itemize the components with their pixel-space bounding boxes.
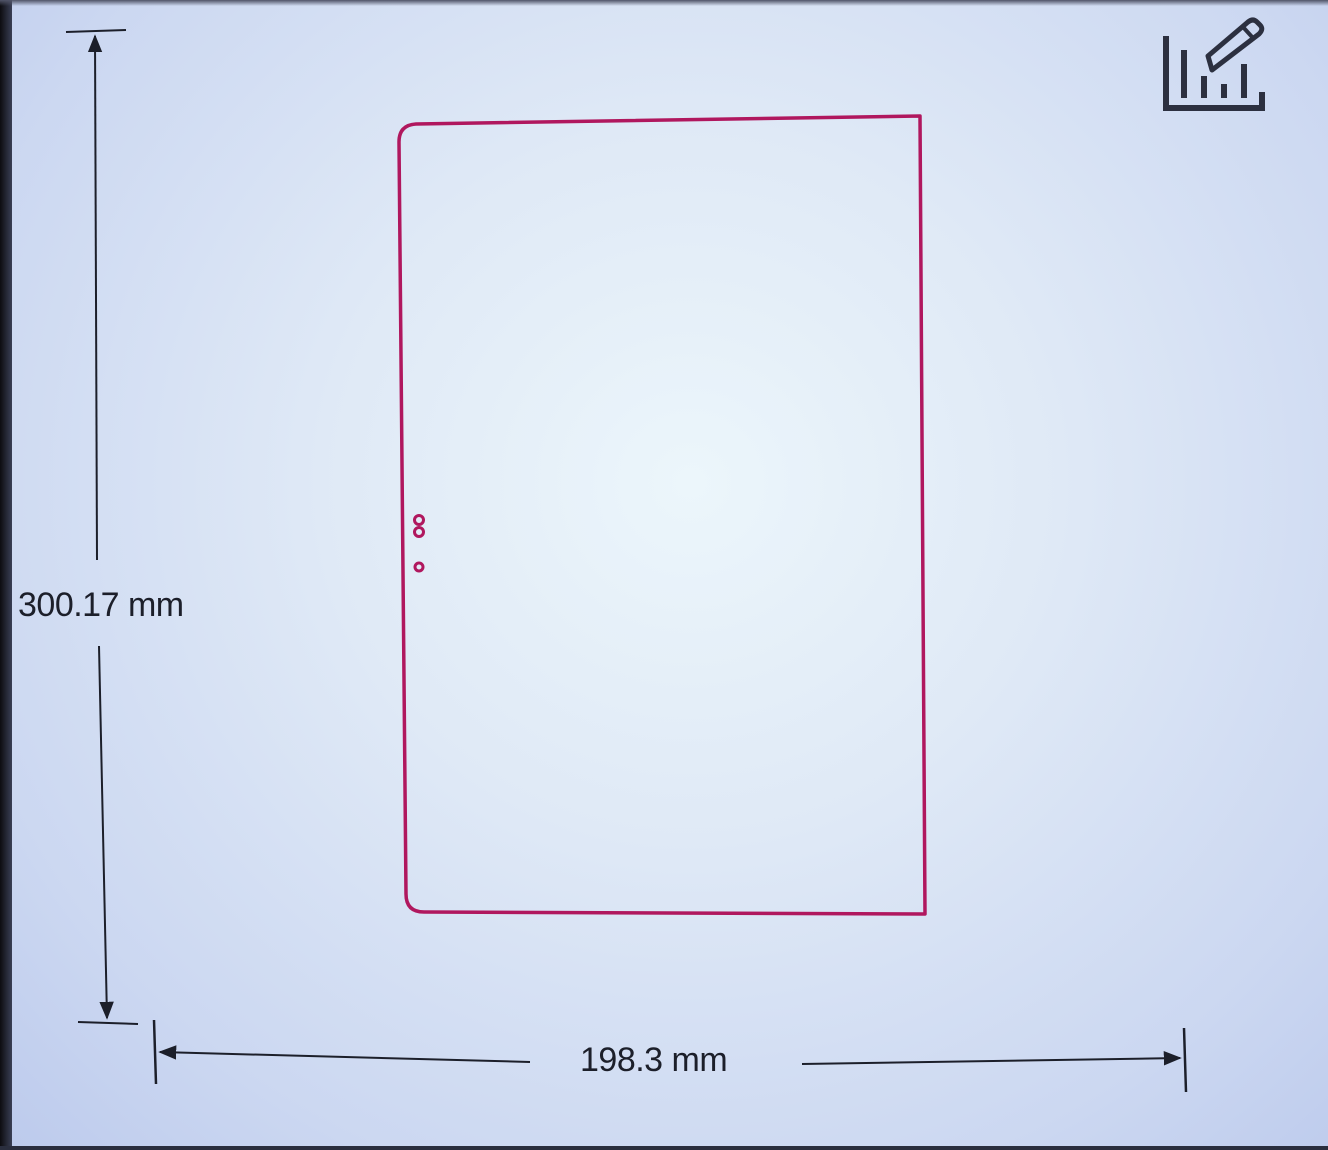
chart-edit-icon <box>1163 17 1265 111</box>
chart-edit-button[interactable] <box>1156 14 1268 118</box>
double-circle-marker-bottom <box>413 526 425 538</box>
shape-outline <box>397 114 927 916</box>
width-right-tick <box>1182 1027 1188 1093</box>
height-dimension <box>65 29 139 1025</box>
height-arrow-down <box>98 645 114 1020</box>
measurement-drawing <box>65 29 1188 1093</box>
double-circle-marker-top <box>413 514 425 526</box>
height-top-tick <box>65 29 127 33</box>
height-arrow-up <box>87 34 103 561</box>
width-arrow-left <box>158 1045 531 1063</box>
single-circle-marker <box>413 561 425 573</box>
outline-markers <box>413 514 425 573</box>
width-arrow-right <box>801 1051 1182 1066</box>
height-bottom-tick <box>77 1021 139 1025</box>
measurement-screen: 300.17 mm 198.3 mm <box>0 0 1328 1150</box>
width-left-tick <box>152 1019 158 1085</box>
height-label: 300.17 mm <box>18 586 184 624</box>
width-label: 198.3 mm <box>580 1041 728 1079</box>
